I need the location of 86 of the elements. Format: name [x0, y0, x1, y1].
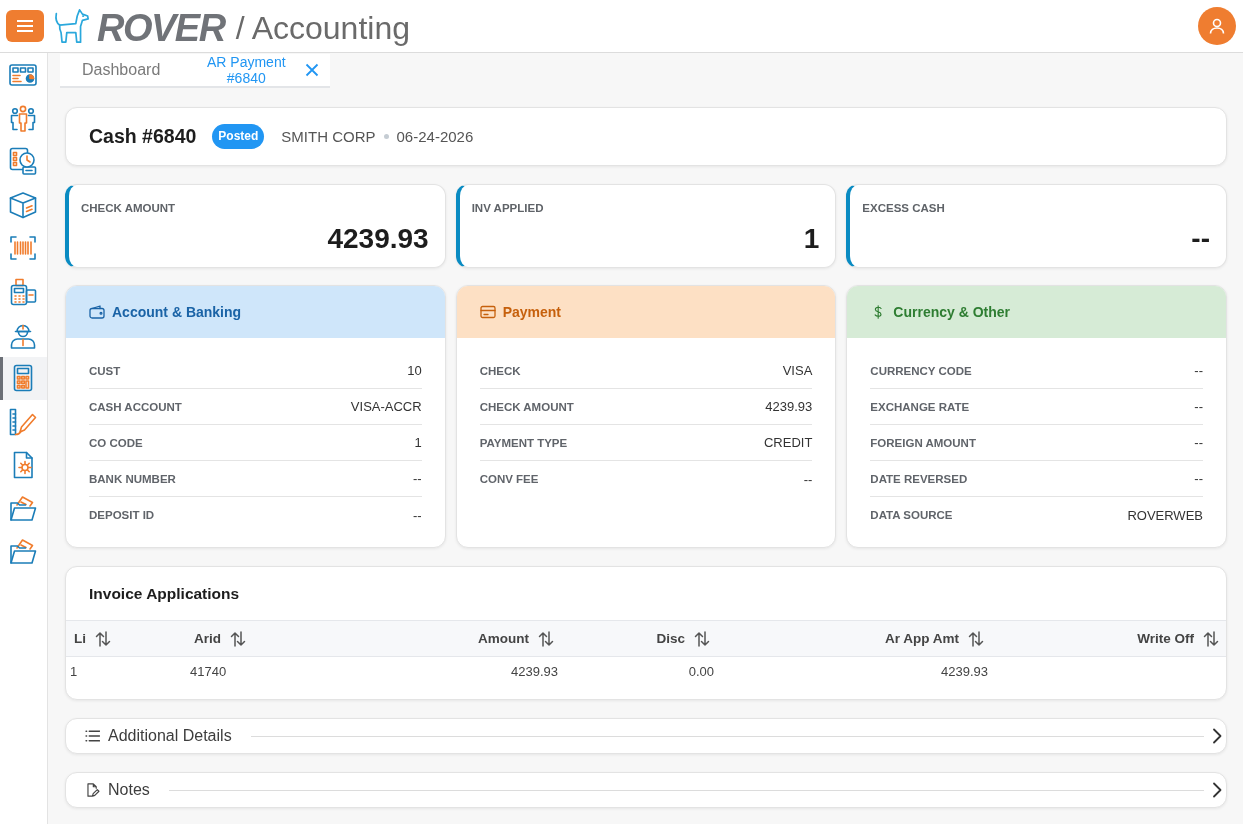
user-avatar-button[interactable]	[1198, 7, 1236, 45]
field-label: EXCHANGE RATE	[870, 400, 970, 413]
card-title: Account & Banking	[112, 304, 242, 320]
box-icon	[8, 189, 38, 220]
field-label: CURRENCY CODE	[870, 364, 972, 377]
stat-label: CHECK AMOUNT	[81, 201, 176, 215]
card-terminal-icon	[8, 276, 38, 307]
column-header[interactable]: Arid	[186, 629, 386, 648]
clock-document-icon	[8, 146, 38, 177]
field-value: 4239.93	[765, 399, 813, 414]
stat-label: EXCESS CASH	[862, 201, 945, 215]
field-value: ROVERWEB	[1127, 507, 1203, 523]
field-label: DATE REVERSED	[870, 472, 968, 485]
menu-icon	[17, 20, 33, 32]
field-label: CHECK AMOUNT	[479, 400, 574, 413]
field-label: BANK NUMBER	[89, 472, 176, 485]
column-header[interactable]: Li	[66, 629, 186, 648]
field-value: --	[1194, 399, 1203, 414]
column-header[interactable]: Disc	[561, 629, 717, 648]
sort-icon	[230, 629, 246, 648]
folder-icon	[8, 537, 38, 567]
dog-logo	[53, 6, 91, 46]
field-label: PAYMENT TYPE	[479, 436, 568, 449]
field-value: --	[1194, 435, 1203, 450]
credit-card-icon	[479, 305, 496, 319]
brand-name: ROVER	[97, 6, 225, 50]
edit-document-icon	[85, 783, 100, 797]
field-label: CHECK	[479, 364, 521, 377]
table-cell: 0.00	[688, 663, 714, 679]
status-badge: Posted	[212, 124, 265, 149]
field-value: --	[1194, 471, 1203, 486]
field-label: CONV FEE	[479, 473, 539, 485]
stat-label: INV APPLIED	[471, 201, 544, 215]
sidebar-item[interactable]	[0, 356, 47, 401]
field-value: --	[413, 471, 422, 486]
record-date: 06-24-2026	[396, 128, 474, 145]
field-value: 1	[414, 435, 422, 450]
sort-icon	[95, 629, 111, 648]
field-label: CO CODE	[89, 436, 143, 449]
column-header[interactable]: Write Off	[991, 629, 1226, 648]
table-cell: 1	[70, 663, 78, 679]
field-label: CUST	[89, 364, 121, 377]
dot-icon	[383, 134, 389, 139]
customer-name: SMITH CORP	[281, 128, 376, 145]
people-icon	[8, 103, 38, 134]
field-value: 10	[407, 363, 422, 378]
table-cell: 4239.93	[511, 663, 558, 679]
chevron-right-icon	[1212, 728, 1222, 744]
ruler-pencil-icon	[8, 406, 38, 437]
tab[interactable]: Dashboard	[60, 54, 185, 86]
chevron-right-icon	[1212, 782, 1222, 798]
table-cell: 41740	[190, 663, 227, 679]
field-value: VISA	[782, 363, 813, 378]
record-title: Cash #6840	[89, 125, 197, 148]
stat-value: --	[1191, 223, 1210, 255]
sort-icon	[538, 629, 554, 648]
column-header[interactable]: Amount	[386, 629, 561, 648]
field-value: --	[803, 471, 813, 487]
card-title: Currency & Other	[893, 304, 1011, 320]
field-label: DATA SOURCE	[870, 509, 953, 521]
field-label: CASH ACCOUNT	[89, 400, 182, 413]
table-cell: 4239.93	[941, 663, 988, 679]
stat-value: 1	[803, 223, 820, 255]
close-icon	[305, 63, 320, 77]
sort-icon	[1203, 629, 1219, 648]
field-value: --	[413, 507, 422, 523]
folder-icon	[8, 493, 38, 524]
field-label: DEPOSIT ID	[89, 509, 155, 521]
page-title: / Accounting	[235, 9, 410, 48]
close-tab-button[interactable]	[304, 62, 321, 78]
list-icon	[85, 729, 100, 743]
card-title: Payment	[502, 304, 561, 320]
field-label: FOREIGN AMOUNT	[870, 436, 976, 449]
accordion-panel[interactable]: Notes	[65, 772, 1227, 808]
sort-icon	[968, 629, 984, 648]
wallet-icon	[89, 305, 105, 319]
menu-button[interactable]	[6, 10, 44, 42]
accordion-panel[interactable]: Additional Details	[65, 718, 1227, 754]
field-value: --	[1194, 363, 1203, 378]
table-title: Invoice Applications	[89, 584, 240, 603]
sort-icon	[694, 629, 710, 648]
field-value: VISA-ACCR	[350, 399, 422, 414]
field-value: CREDIT	[763, 435, 813, 450]
user-icon	[1208, 17, 1226, 35]
stat-value: 4239.93	[327, 223, 429, 255]
column-header[interactable]: Ar App Amt	[717, 629, 991, 648]
